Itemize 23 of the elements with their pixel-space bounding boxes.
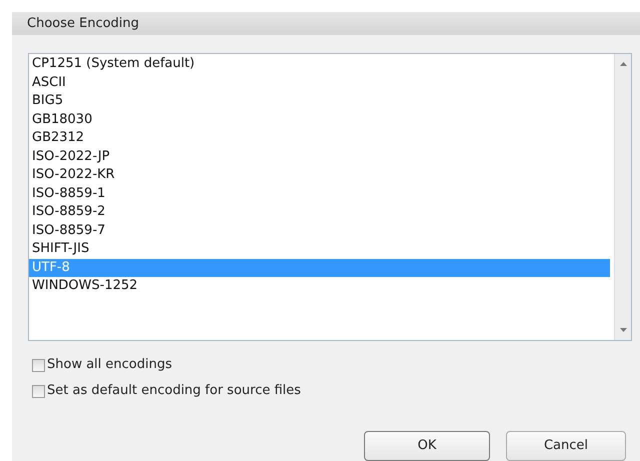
cancel-button[interactable]: Cancel (506, 431, 626, 461)
encoding-item[interactable]: ISO-8859-2 (29, 203, 610, 222)
encoding-item[interactable]: ISO-8859-7 (29, 222, 610, 240)
window-title: Choose Encoding (27, 14, 140, 33)
checkbox[interactable] (32, 384, 45, 398)
encoding-item[interactable]: ISO-8859-1 (29, 184, 610, 203)
checkbox[interactable] (32, 358, 45, 372)
scroll-down-icon[interactable] (620, 328, 626, 332)
encoding-item[interactable]: GB2312 (29, 129, 610, 148)
encoding-item[interactable]: ASCII (29, 74, 610, 92)
encoding-item[interactable]: BIG5 (29, 92, 610, 110)
encoding-item[interactable]: ISO-2022-JP (29, 148, 610, 166)
scroll-up-icon[interactable] (620, 62, 626, 66)
ok-button[interactable]: OK (364, 431, 490, 461)
encoding-item[interactable]: WINDOWS-1252 (29, 277, 610, 296)
encoding-item[interactable]: ISO-2022-KR (29, 166, 610, 184)
scrollbar[interactable] (614, 54, 631, 340)
checkbox-label: Show all encodings (47, 356, 172, 374)
encoding-item[interactable]: CP1251 (System default) (29, 55, 610, 74)
checkbox-label: Set as default encoding for source files (47, 382, 301, 400)
encoding-item[interactable]: SHIFT-JIS (29, 240, 610, 258)
encoding-list[interactable]: CP1251 (System default) ASCII BIG5 GB18030 GB2312 ISO-2022-JP ISO-2022-KR ISO-8859-1 ISO-8859-2 ISO-8859-7 SHIFT-JIS UTF-8 WINDOWS-1252 (28, 53, 632, 341)
encoding-item[interactable]: GB18030 (29, 110, 610, 129)
